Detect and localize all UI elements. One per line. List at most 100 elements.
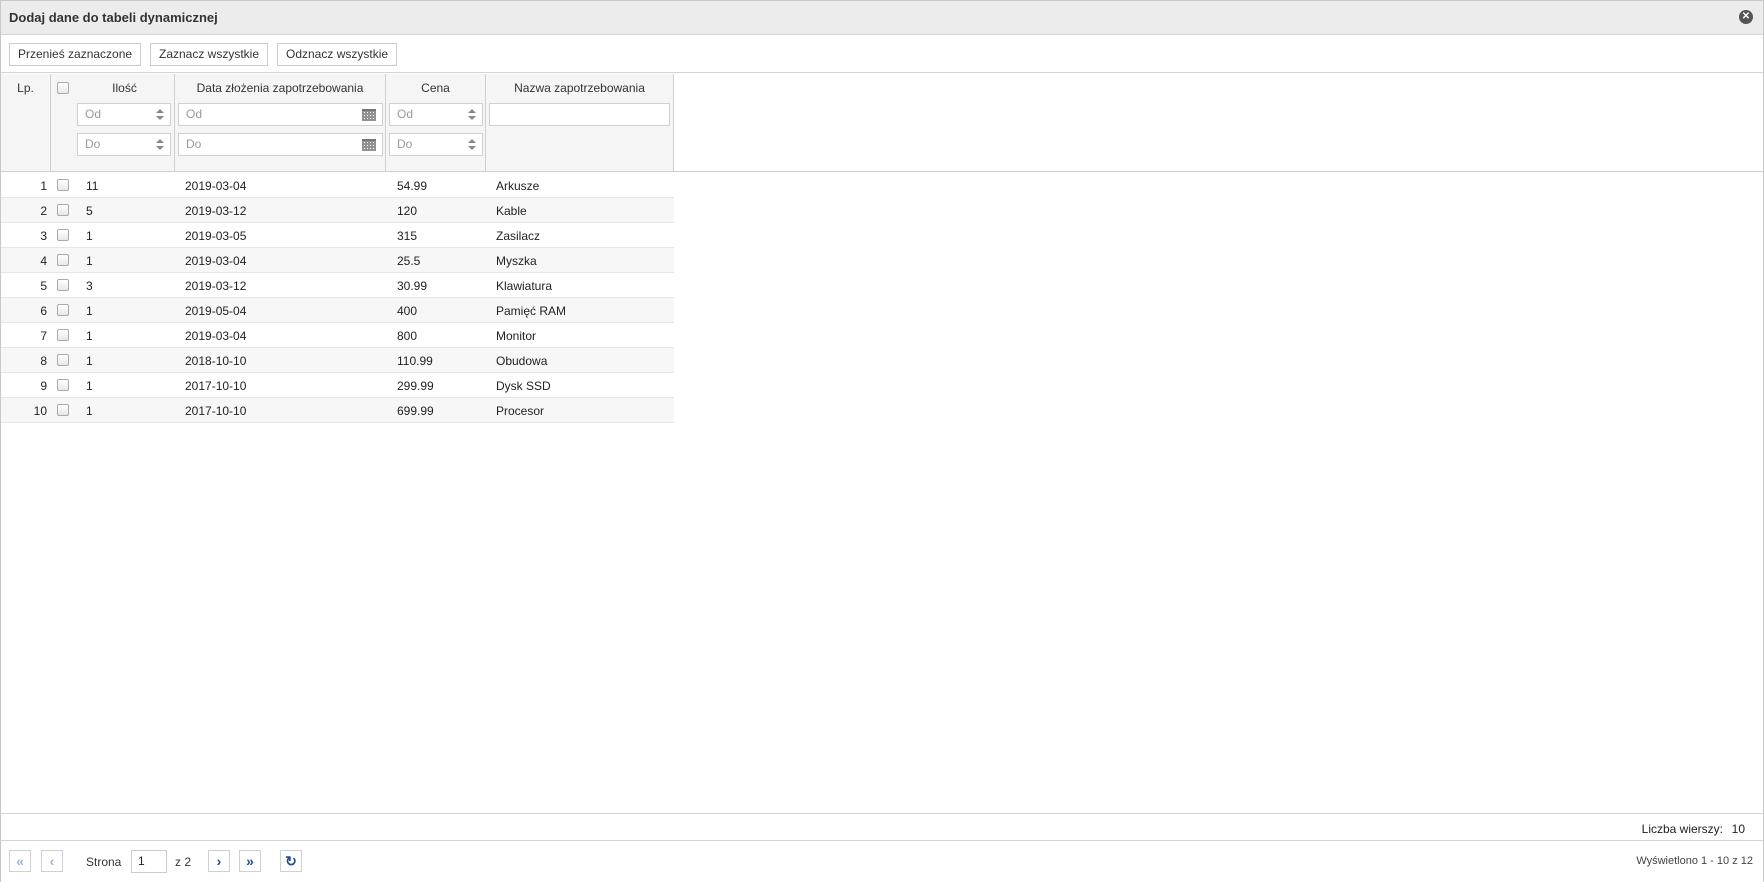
cell-date: 2019-03-12 [185,279,247,293]
cell-price: 800 [397,329,418,343]
cell-name: Monitor [496,329,537,343]
cell-lp: 10 [33,404,47,418]
dialog: Dodaj dane do tabeli dynamicznej ✕ Przen… [0,0,1764,882]
qty-from-filter[interactable]: Od [77,103,171,126]
cell-price: 400 [397,304,418,318]
table-row[interactable]: 1 11 2019-03-04 54.99 Arkusze [1,173,674,198]
cell-name: Klawiatura [496,279,553,293]
table-row[interactable]: 5 3 2019-03-12 30.99 Klawiatura [1,273,674,298]
header-price-label[interactable]: Cena [386,81,485,95]
row-checkbox[interactable] [57,404,69,416]
cell-name: Kable [496,204,527,218]
cell-name: Procesor [496,404,545,418]
header-date: Data złożenia zapotrzebowania Od Do [175,74,386,172]
cell-name: Dysk SSD [496,379,551,393]
cell-date: 2019-03-05 [185,229,247,243]
move-selected-button[interactable]: Przenieś zaznaczone [9,43,142,66]
cell-date: 2019-03-04 [185,254,247,268]
page-label: Strona [86,855,122,869]
cell-price: 120 [397,204,418,218]
cell-qty: 11 [86,179,99,193]
cell-date: 2019-03-12 [185,204,247,218]
refresh-icon[interactable]: ↻ [280,850,302,872]
cell-price: 699.99 [397,404,434,418]
spinner-icon[interactable] [468,109,476,121]
header-qty-label[interactable]: Ilość [63,81,186,95]
cell-lp: 9 [40,379,47,393]
calendar-icon[interactable] [362,109,376,121]
price-from-placeholder: Od [397,107,414,121]
first-page-icon[interactable]: « [9,850,31,872]
spinner-icon[interactable] [156,109,164,121]
cell-lp: 4 [40,254,47,268]
price-from-filter[interactable]: Od [389,103,483,126]
header-lp-label: Lp. [17,81,34,95]
header-price: Cena Od Do [386,74,486,172]
cell-lp: 1 [40,179,47,193]
last-page-icon[interactable]: » [239,850,261,872]
price-to-filter[interactable]: Do [389,133,483,156]
header-date-label[interactable]: Data złożenia zapotrzebowania [175,81,385,95]
date-to-filter[interactable]: Do [178,133,383,156]
cell-name: Obudowa [496,354,548,368]
displayed-range: Wyświetlono 1 - 10 z 12 [1636,855,1753,867]
cell-qty: 1 [86,304,93,318]
next-page-icon[interactable]: › [208,850,230,872]
date-from-placeholder: Od [186,107,203,121]
table-row[interactable]: 9 1 2017-10-10 299.99 Dysk SSD [1,373,674,398]
table-row[interactable]: 10 1 2017-10-10 699.99 Procesor [1,398,674,423]
grid-header: Lp. Ilość Od Do Data złożenia zapotrzebo… [1,74,674,172]
titlebar: Dodaj dane do tabeli dynamicznej ✕ [1,1,1763,35]
date-from-filter[interactable]: Od [178,103,383,126]
cell-price: 299.99 [397,379,434,393]
calendar-icon[interactable] [362,139,376,151]
row-checkbox[interactable] [57,379,69,391]
cell-lp: 2 [40,204,47,218]
table-row[interactable]: 8 1 2018-10-10 110.99 Obudowa [1,348,674,373]
table-body: 1 11 2019-03-04 54.99 Arkusze 2 5 2019-0… [1,173,674,423]
select-all-button[interactable]: Zaznacz wszystkie [150,43,269,66]
cell-lp: 5 [40,279,47,293]
row-checkbox[interactable] [57,204,69,216]
header-name-label[interactable]: Nazwa zapotrzebowania [486,81,673,95]
spinner-icon[interactable] [468,139,476,151]
cell-qty: 1 [86,229,93,243]
qty-to-placeholder: Do [85,137,101,151]
table-row[interactable]: 7 1 2019-03-04 800 Monitor [1,323,674,348]
name-filter[interactable] [489,103,670,126]
spinner-icon[interactable] [156,139,164,151]
table-row[interactable]: 3 1 2019-03-05 315 Zasilacz [1,223,674,248]
close-icon[interactable]: ✕ [1739,10,1753,24]
header-qty: Ilość Od Do [51,74,175,172]
cell-qty: 1 [86,354,93,368]
qty-from-placeholder: Od [85,107,102,121]
row-checkbox[interactable] [57,304,69,316]
cell-name: Pamięć RAM [496,304,567,318]
row-count-value[interactable]: 10 [1732,822,1745,836]
pager: « ‹ Strona 1 z 2 › » ↻ Wyświetlono 1 - 1… [1,842,1763,882]
row-checkbox[interactable] [57,279,69,291]
page-input[interactable]: 1 [131,850,167,873]
cell-lp: 6 [40,304,47,318]
row-checkbox[interactable] [57,354,69,366]
cell-qty: 1 [86,329,93,343]
table-row[interactable]: 2 5 2019-03-12 120 Kable [1,198,674,223]
row-checkbox[interactable] [57,229,69,241]
row-count-bar: Liczba wierszy: 10 [1,813,1763,841]
deselect-all-button[interactable]: Odznacz wszystkie [277,43,398,66]
table-row[interactable]: 6 1 2019-05-04 400 Pamięć RAM [1,298,674,323]
date-to-placeholder: Do [186,137,202,151]
qty-to-filter[interactable]: Do [77,133,171,156]
header-lp: Lp. [1,74,51,172]
table-row[interactable]: 4 1 2019-03-04 25.5 Myszka [1,248,674,273]
prev-page-icon[interactable]: ‹ [41,850,63,872]
dialog-title: Dodaj dane do tabeli dynamicznej [9,10,218,25]
row-checkbox[interactable] [57,254,69,266]
row-checkbox[interactable] [57,329,69,341]
grid-header-filler [674,74,1763,172]
cell-price: 30.99 [397,279,428,293]
cell-date: 2019-03-04 [185,179,247,193]
row-checkbox[interactable] [57,179,69,191]
row-count-label: Liczba wierszy: [1641,822,1723,836]
cell-lp: 7 [40,329,47,343]
